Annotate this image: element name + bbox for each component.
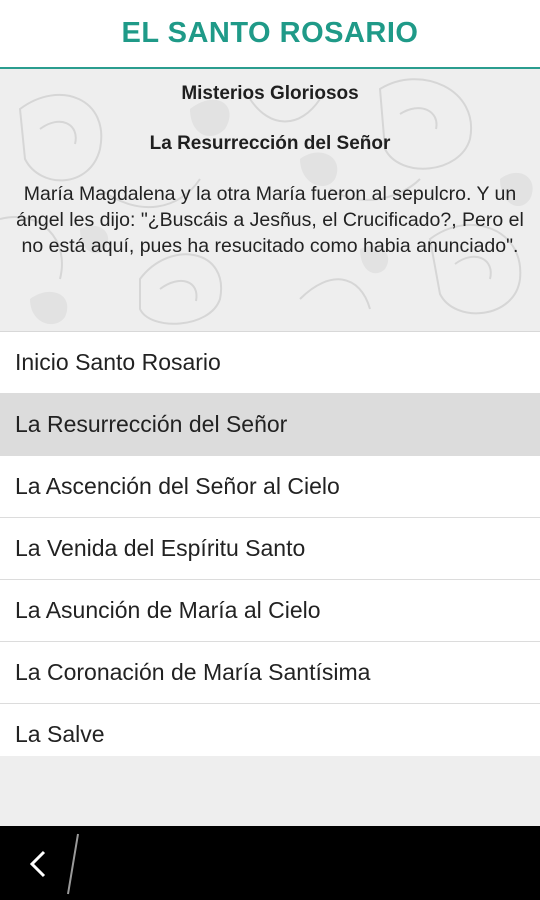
mystery-header: Misterios Gloriosos La Resurrección del … [0,69,540,331]
nav-divider [67,833,79,895]
mystery-title: La Resurrección del Señor [149,133,391,154]
mystery-group-title: Misterios Gloriosos [181,83,359,104]
menu-item-ascencion[interactable]: La Ascención del Señor al Cielo [0,456,540,518]
menu-item-label: La Venida del Espíritu Santo [15,535,306,561]
empty-area [0,756,540,826]
menu-item-label: La Asunción de María al Cielo [15,597,321,623]
menu-item-label: La Resurrección del Señor [15,411,288,437]
menu-item-resurreccion[interactable]: La Resurrección del Señor [0,394,540,456]
menu-item-label: Inicio Santo Rosario [15,349,221,375]
menu-item-espiritu-santo[interactable]: La Venida del Espíritu Santo [0,518,540,580]
menu-item-inicio[interactable]: Inicio Santo Rosario [0,332,540,394]
menu-item-coronacion[interactable]: La Coronación de María Santísima [0,642,540,704]
app-title: EL SANTO ROSARIO [121,17,419,49]
back-chevron-icon[interactable] [22,846,58,882]
action-bar: EL SANTO ROSARIO [0,0,540,69]
menu-item-asuncion[interactable]: La Asunción de María al Cielo [0,580,540,642]
menu-item-label: La Salve [15,721,105,747]
menu-item-label: La Ascención del Señor al Cielo [15,473,340,499]
menu-item-label: La Coronación de María Santísima [15,659,371,685]
mystery-description: María Magdalena y la otra María fueron a… [16,183,524,257]
mysteries-menu-list: Inicio Santo Rosario La Resurrección del… [0,331,540,766]
system-nav-bar [0,826,540,900]
